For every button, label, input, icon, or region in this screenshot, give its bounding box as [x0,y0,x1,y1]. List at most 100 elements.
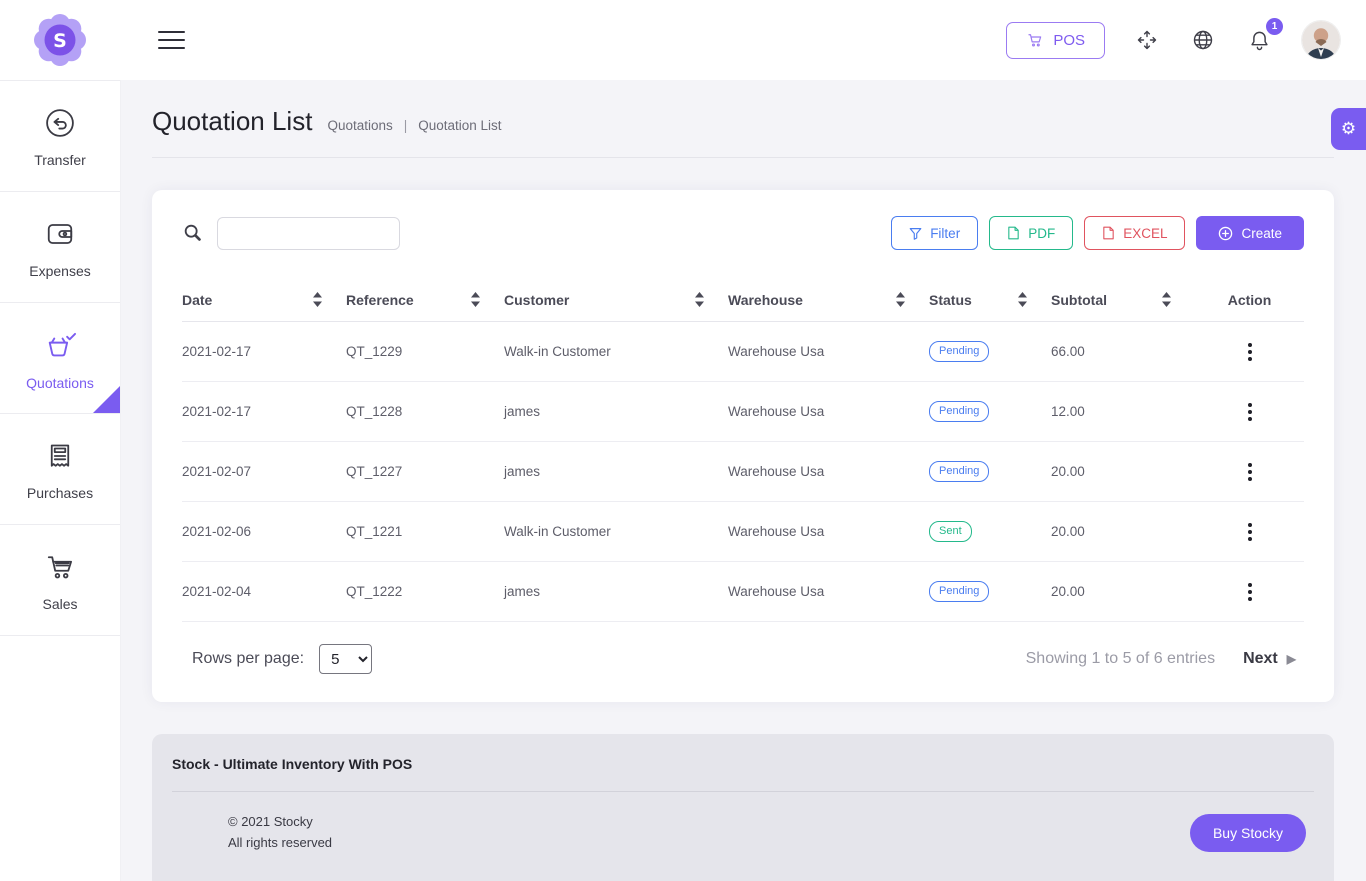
cell-subtotal: 66.00 [1051,344,1195,359]
quotation-list-card: Filter PDF EXCEL [152,190,1334,702]
column-header-warehouse[interactable]: Warehouse [728,292,929,308]
settings-button[interactable]: ⚙ [1331,108,1366,150]
quotations-table: Date Reference Customer Warehouse [182,278,1304,622]
footer: Stock - Ultimate Inventory With POS © 20… [152,734,1334,881]
rows-per-page-select[interactable]: 5 [319,644,372,674]
pos-button[interactable]: POS [1006,22,1105,59]
cell-customer: james [504,464,728,479]
cell-status: Pending [929,401,1051,422]
page-header: Quotation List Quotations | Quotation Li… [152,80,1334,158]
next-page-button[interactable]: Next ▶ [1243,650,1296,668]
pos-button-label: POS [1053,32,1085,49]
breadcrumb-quotations[interactable]: Quotations [327,118,392,133]
sidebar-item-label: Purchases [27,485,93,501]
row-actions-menu-button[interactable] [1239,396,1261,428]
cart-icon [1026,31,1044,49]
search-icon [182,222,204,244]
cell-action [1195,576,1304,608]
filter-button[interactable]: Filter [891,216,978,250]
notifications-button[interactable]: 1 [1245,26,1274,55]
cell-warehouse: Warehouse Usa [728,464,929,479]
sales-icon [42,549,78,585]
next-caret-icon: ▶ [1287,652,1296,666]
sidebar: Transfer Expenses Quotations Purchases [0,80,120,881]
status-badge: Pending [929,581,989,602]
sidebar-item-purchases[interactable]: Purchases [0,414,120,525]
column-label: Status [929,292,972,308]
table-action-buttons: Filter PDF EXCEL [891,216,1304,250]
app-logo[interactable]: S [0,11,120,69]
table-row[interactable]: 2021-02-17 QT_1229 Walk-in Customer Ware… [182,322,1304,382]
buy-stocky-button[interactable]: Buy Stocky [1190,814,1306,852]
pdf-export-button[interactable]: PDF [989,216,1073,250]
page-title: Quotation List [152,106,312,137]
table-row[interactable]: 2021-02-07 QT_1227 james Warehouse Usa P… [182,442,1304,502]
table-row[interactable]: 2021-02-04 QT_1222 james Warehouse Usa P… [182,562,1304,622]
status-badge: Pending [929,341,989,362]
breadcrumb-separator: | [404,118,408,133]
cell-action [1195,396,1304,428]
main-content: Quotation List Quotations | Quotation Li… [120,80,1366,881]
header-actions: POS 1 [1006,21,1340,59]
cell-customer: james [504,584,728,599]
sidebar-item-transfer[interactable]: Transfer [0,81,120,192]
row-actions-menu-button[interactable] [1239,516,1261,548]
card-toolbar: Filter PDF EXCEL [182,216,1304,250]
column-header-subtotal[interactable]: Subtotal [1051,292,1195,308]
cell-date: 2021-02-07 [182,464,346,479]
user-avatar[interactable] [1302,21,1340,59]
table-row[interactable]: 2021-02-06 QT_1221 Walk-in Customer Ware… [182,502,1304,562]
sidebar-item-label: Expenses [29,263,90,279]
menu-toggle-button[interactable] [152,25,191,55]
showing-entries-text: Showing 1 to 5 of 6 entries [1026,650,1215,668]
cell-action [1195,336,1304,368]
pdf-button-label: PDF [1028,226,1055,241]
filter-button-label: Filter [930,226,960,241]
row-actions-menu-button[interactable] [1239,456,1261,488]
excel-export-button[interactable]: EXCEL [1084,216,1185,250]
column-header-status[interactable]: Status [929,292,1051,308]
copyright-text: © 2021 Stocky [228,812,332,833]
footer-title: Stock - Ultimate Inventory With POS [172,756,1314,792]
sidebar-item-quotations[interactable]: Quotations [0,303,120,414]
breadcrumb-quotation-list[interactable]: Quotation List [418,118,501,133]
sidebar-item-sales[interactable]: Sales [0,525,120,636]
table-body: 2021-02-17 QT_1229 Walk-in Customer Ware… [182,322,1304,622]
sort-icon [1162,292,1171,307]
create-button[interactable]: Create [1196,216,1304,250]
column-label: Reference [346,292,414,308]
cell-subtotal: 12.00 [1051,404,1195,419]
column-label: Subtotal [1051,292,1107,308]
copyright-block: © 2021 Stocky All rights reserved [228,812,332,854]
fullscreen-button[interactable] [1133,26,1161,54]
cell-date: 2021-02-17 [182,344,346,359]
cell-customer: Walk-in Customer [504,344,728,359]
plus-circle-icon [1218,226,1233,241]
status-badge: Pending [929,401,989,422]
column-label: Action [1228,292,1272,308]
column-header-reference[interactable]: Reference [346,292,504,308]
cell-warehouse: Warehouse Usa [728,584,929,599]
sidebar-item-expenses[interactable]: Expenses [0,192,120,303]
rights-text: All rights reserved [228,833,332,854]
cell-date: 2021-02-04 [182,584,346,599]
column-header-customer[interactable]: Customer [504,292,728,308]
rows-per-page: Rows per page: 5 [192,644,372,674]
column-label: Date [182,292,212,308]
search-input[interactable] [217,217,400,250]
row-actions-menu-button[interactable] [1239,336,1261,368]
filter-icon [909,227,922,240]
row-actions-menu-button[interactable] [1239,576,1261,608]
cell-subtotal: 20.00 [1051,524,1195,539]
globe-icon [1191,28,1215,52]
table-row[interactable]: 2021-02-17 QT_1228 james Warehouse Usa P… [182,382,1304,442]
cell-customer: Walk-in Customer [504,524,728,539]
language-button[interactable] [1189,26,1217,54]
expenses-icon [42,216,78,252]
cell-status: Pending [929,341,1051,362]
column-header-action: Action [1195,292,1304,308]
sidebar-item-label: Quotations [26,375,94,391]
cell-reference: QT_1228 [346,404,504,419]
column-header-date[interactable]: Date [182,292,346,308]
cell-status: Pending [929,581,1051,602]
